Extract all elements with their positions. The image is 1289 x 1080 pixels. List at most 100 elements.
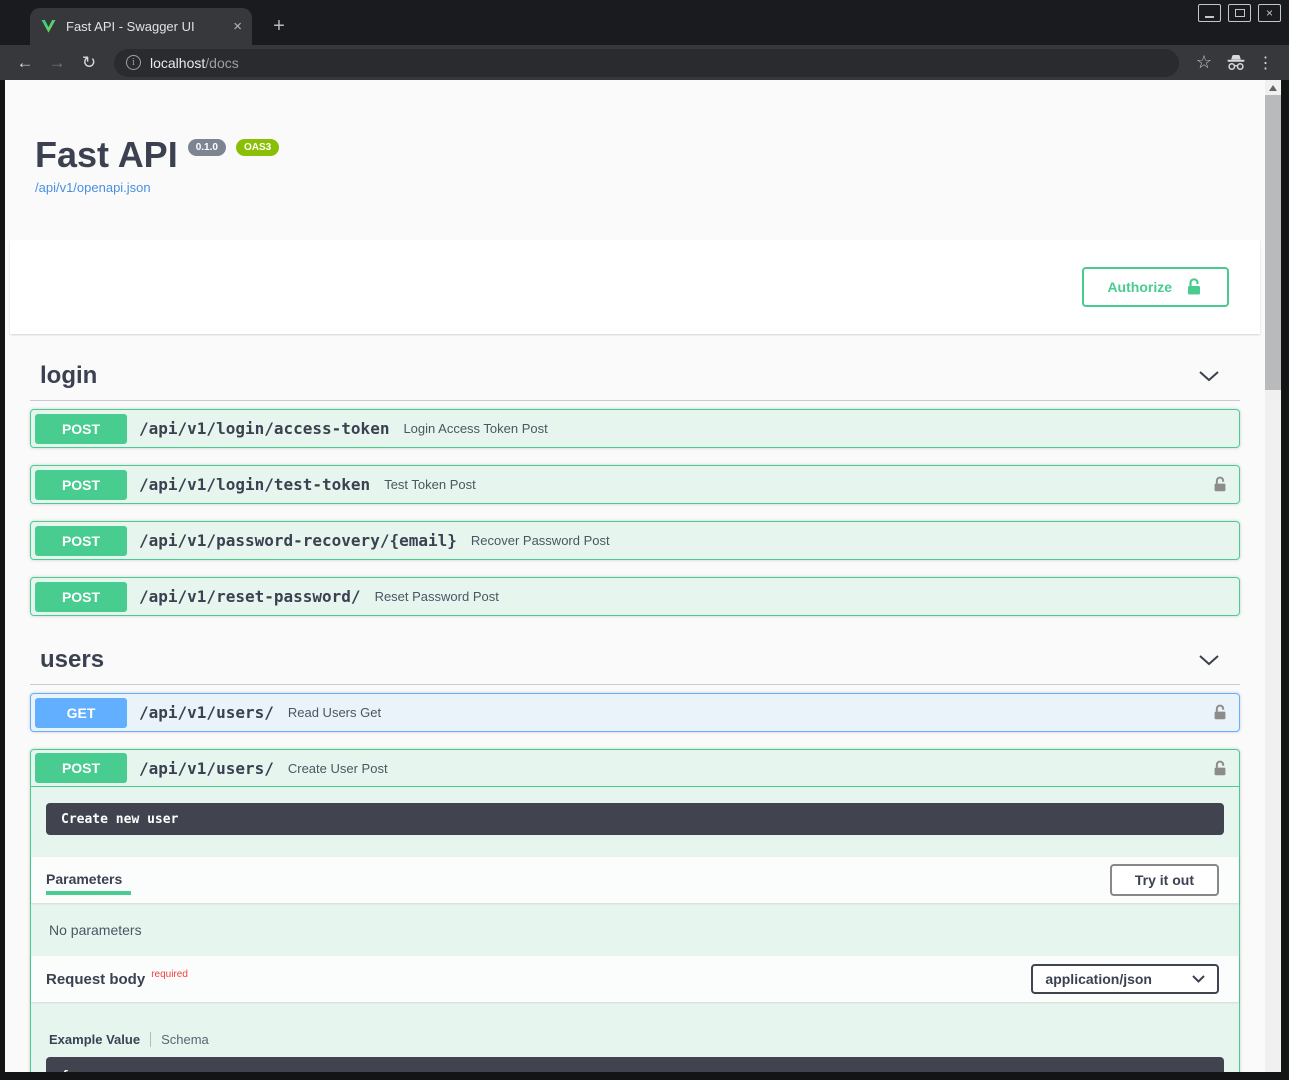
operations-login: POST /api/v1/login/access-token Login Ac…: [30, 409, 1240, 616]
operation-path: /api/v1/reset-password/: [139, 587, 361, 606]
operation-path: /api/v1/users/: [139, 759, 274, 778]
tag-header-login[interactable]: login: [30, 354, 1240, 401]
opblock-create-user: POST /api/v1/users/ Create User Post: [30, 749, 1240, 1072]
method-badge: POST: [35, 582, 127, 612]
unlock-icon: [1184, 277, 1204, 297]
operations-users: GET /api/v1/users/ Read Users Get: [30, 693, 1240, 1072]
media-type-select[interactable]: application/json: [1031, 964, 1219, 994]
method-badge: POST: [35, 526, 127, 556]
auth-lock-button[interactable]: [1211, 475, 1229, 494]
operation-summary: Login Access Token Post: [403, 421, 547, 436]
version-badge: 0.1.0: [188, 139, 226, 156]
operation-summary: Create User Post: [288, 761, 388, 776]
operation-row[interactable]: GET /api/v1/users/ Read Users Get: [31, 694, 1239, 731]
swagger-ui: Fast API 0.1.0 OAS3 /api/v1/openapi.json…: [5, 80, 1265, 1072]
auth-lock-button[interactable]: [1211, 759, 1229, 778]
close-button[interactable]: ×: [1258, 4, 1281, 22]
example-schema-tabs: Example Value Schema: [49, 1032, 1239, 1047]
tag-name: login: [40, 362, 97, 390]
site-info-icon[interactable]: i: [126, 55, 141, 70]
scrollbar-up-button[interactable]: [1265, 80, 1281, 95]
schema-tab[interactable]: Schema: [161, 1032, 209, 1047]
request-body-header: Request body required application/json: [31, 956, 1239, 1002]
back-button[interactable]: ←: [10, 49, 40, 77]
operation-summary: Reset Password Post: [375, 589, 499, 604]
openapi-spec-link[interactable]: /api/v1/openapi.json: [35, 180, 151, 195]
opblock-read-users: GET /api/v1/users/ Read Users Get: [30, 693, 1240, 732]
page-viewport: Fast API 0.1.0 OAS3 /api/v1/openapi.json…: [5, 80, 1265, 1072]
incognito-icon[interactable]: [1221, 54, 1251, 71]
browser-menu-button[interactable]: ⋮: [1253, 53, 1279, 73]
operation-row[interactable]: POST /api/v1/password-recovery/{email} R…: [31, 522, 1239, 559]
opblock-login-test-token: POST /api/v1/login/test-token Test Token…: [30, 465, 1240, 504]
operation-summary: Read Users Get: [288, 705, 381, 720]
scroll-up-icon: [1269, 85, 1277, 91]
url-text: localhost/docs: [150, 55, 239, 71]
example-value-tab[interactable]: Example Value: [49, 1032, 140, 1047]
method-badge: POST: [35, 414, 127, 444]
operation-row[interactable]: POST /api/v1/login/test-token Test Token…: [31, 466, 1239, 503]
scheme-container: Authorize: [10, 240, 1260, 334]
chevron-down-icon: [1192, 975, 1205, 983]
method-badge: GET: [35, 698, 127, 728]
no-parameters-text: No parameters: [31, 903, 1239, 956]
reload-button[interactable]: ↻: [74, 49, 104, 77]
browser-tab[interactable]: Fast API - Swagger UI ×: [30, 8, 252, 45]
chevron-down-icon: [1198, 654, 1220, 666]
opblock-reset-password: POST /api/v1/reset-password/ Reset Passw…: [30, 577, 1240, 616]
operation-row[interactable]: POST /api/v1/login/access-token Login Ac…: [31, 410, 1239, 447]
operation-path: /api/v1/login/access-token: [139, 419, 389, 438]
example-code-block: {: [46, 1057, 1224, 1072]
favicon-vite-icon: [40, 19, 57, 34]
opblock-password-recovery: POST /api/v1/password-recovery/{email} R…: [30, 521, 1240, 560]
method-badge: POST: [35, 753, 127, 783]
forward-button[interactable]: →: [42, 49, 72, 77]
code-line: {: [61, 1069, 69, 1072]
browser-titlebar: Fast API - Swagger UI × + ×: [0, 0, 1289, 45]
tag-header-users[interactable]: users: [30, 638, 1240, 685]
tag-name: users: [40, 646, 104, 674]
tab-divider: [150, 1032, 151, 1047]
tag-sections: login POST /api/v1/login/access-token Lo…: [5, 354, 1265, 1072]
authorize-button[interactable]: Authorize: [1082, 267, 1229, 307]
bookmark-star-icon[interactable]: ☆: [1189, 52, 1219, 73]
page-title: Fast API 0.1.0 OAS3: [35, 135, 1240, 175]
scrollbar-thumb[interactable]: [1265, 95, 1281, 390]
operation-path: /api/v1/users/: [139, 703, 274, 722]
api-title: Fast API: [35, 135, 178, 175]
media-type-value: application/json: [1045, 971, 1152, 987]
operation-row[interactable]: POST /api/v1/users/ Create User Post: [31, 750, 1239, 787]
operation-row[interactable]: POST /api/v1/reset-password/ Reset Passw…: [31, 578, 1239, 615]
maximize-icon: [1235, 9, 1245, 17]
new-tab-button[interactable]: +: [266, 13, 292, 39]
operation-path: /api/v1/password-recovery/{email}: [139, 531, 457, 550]
required-label: required: [151, 969, 188, 980]
operation-description: Create new user: [46, 803, 1224, 835]
operation-summary: Test Token Post: [384, 477, 476, 492]
request-body-label: Request body: [46, 971, 145, 988]
method-badge: POST: [35, 470, 127, 500]
parameters-tab[interactable]: Parameters: [46, 871, 122, 895]
maximize-button[interactable]: [1228, 4, 1251, 22]
browser-toolbar: ← → ↻ i localhost/docs ☆ ⋮: [0, 45, 1289, 80]
auth-lock-button[interactable]: [1211, 703, 1229, 722]
parameters-header: Parameters Try it out: [31, 857, 1239, 903]
url-path: /docs: [205, 55, 238, 71]
url-host: localhost: [150, 55, 205, 71]
tab-close-icon[interactable]: ×: [233, 19, 242, 34]
authorize-label: Authorize: [1107, 279, 1172, 295]
minimize-button[interactable]: [1198, 4, 1221, 22]
api-info: Fast API 0.1.0 OAS3 /api/v1/openapi.json: [5, 80, 1265, 197]
operation-summary: Recover Password Post: [471, 533, 610, 548]
operation-path: /api/v1/login/test-token: [139, 475, 370, 494]
minimize-icon: [1205, 16, 1214, 18]
page-scrollbar[interactable]: [1265, 80, 1281, 1072]
unlock-icon: [1211, 703, 1229, 722]
unlock-icon: [1211, 759, 1229, 778]
description-text: Create new user: [61, 812, 178, 827]
opblock-login-access-token: POST /api/v1/login/access-token Login Ac…: [30, 409, 1240, 448]
address-bar[interactable]: i localhost/docs: [114, 49, 1179, 77]
unlock-icon: [1211, 475, 1229, 494]
chevron-down-icon: [1198, 370, 1220, 382]
try-it-out-button[interactable]: Try it out: [1110, 864, 1219, 896]
